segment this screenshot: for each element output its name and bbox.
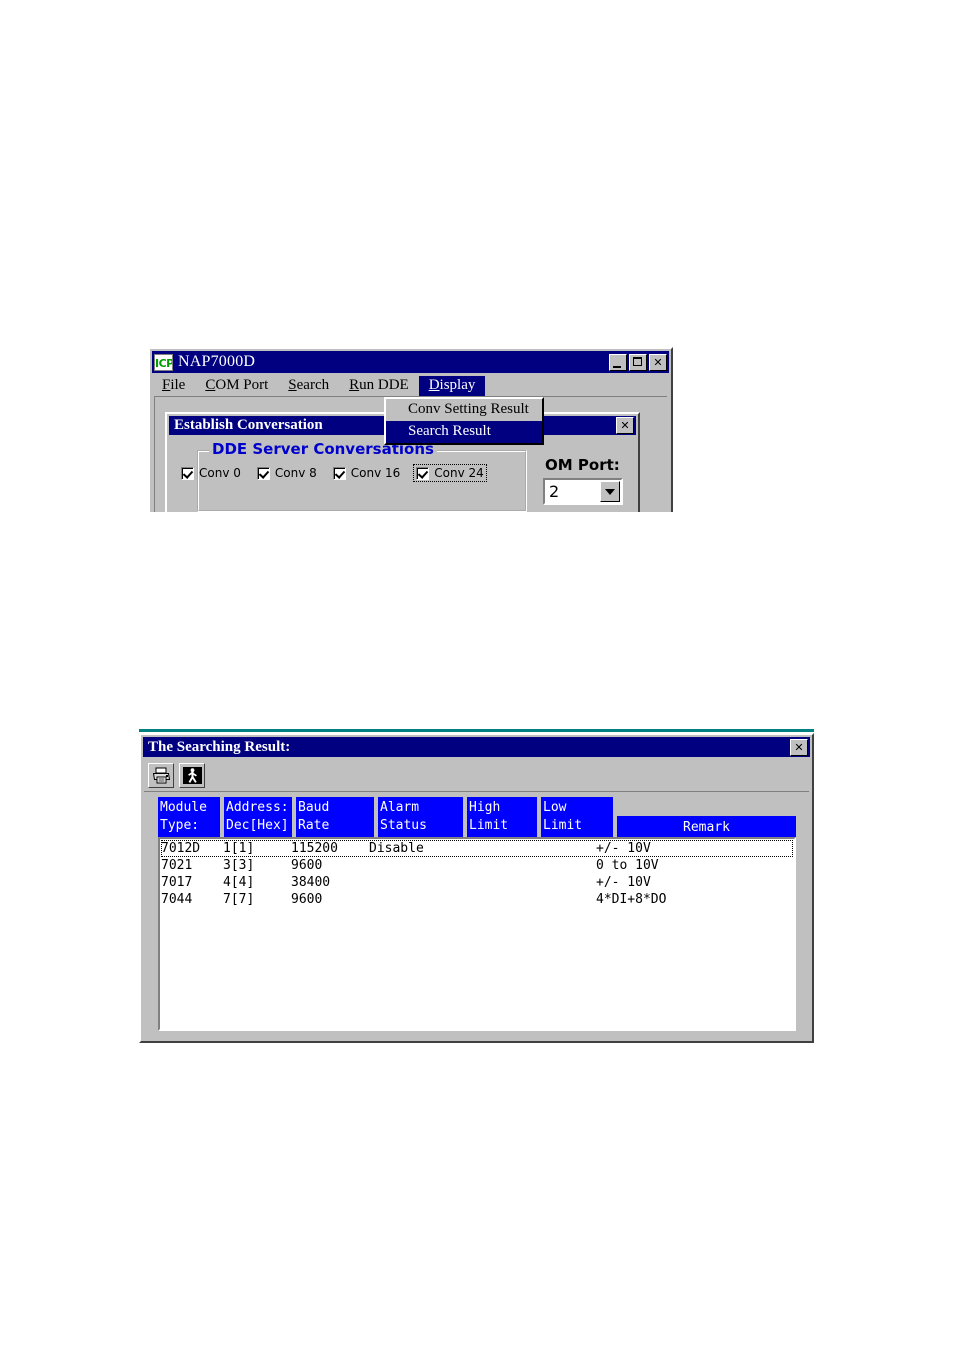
exit-icon[interactable] bbox=[179, 763, 205, 788]
cell-module-type: 7012D bbox=[161, 841, 201, 856]
cell-low-limit bbox=[524, 874, 596, 891]
table-row[interactable]: 7017 4[4] 38400 +/- 10V bbox=[161, 874, 793, 891]
cell-baud-rate: 38400 bbox=[291, 875, 331, 890]
cell-address: 4[4] bbox=[223, 875, 255, 890]
checkbox-icon bbox=[181, 466, 194, 480]
cell-baud-rate: 9600 bbox=[291, 858, 323, 873]
table-row[interactable]: 7012D 1[1] 115200 Disable +/- 10V bbox=[161, 840, 793, 857]
com-port-label: OM Port: bbox=[545, 456, 620, 474]
menu-item-conv-setting-result[interactable]: Conv Setting Result bbox=[386, 399, 542, 421]
checkbox-icon bbox=[256, 466, 270, 480]
display-dropdown-menu: Conv Setting Result Search Result bbox=[384, 397, 544, 445]
window-title: NAP7000D bbox=[178, 353, 256, 370]
search-results-grid: Module Type: Address: Dec[Hex] Baud Rate Al… bbox=[158, 797, 796, 1031]
menu-search[interactable]: Search bbox=[278, 376, 339, 396]
menu-com-port[interactable]: COM Port bbox=[195, 376, 278, 396]
cell-address: 3[3] bbox=[223, 858, 255, 873]
cell-remark: 0 to 10V bbox=[596, 858, 659, 873]
checkbox-conv-8[interactable]: Conv 8 bbox=[255, 465, 319, 481]
checkbox-icon bbox=[416, 466, 430, 480]
cell-remark: +/- 10V bbox=[596, 841, 651, 856]
conversation-close-button[interactable]: ✕ bbox=[616, 417, 634, 434]
cell-high-limit bbox=[454, 840, 524, 857]
cell-module-type: 7044 bbox=[161, 892, 193, 907]
cell-low-limit bbox=[524, 840, 596, 857]
checkbox-icon bbox=[332, 466, 346, 480]
menu-run-dde[interactable]: Run DDE bbox=[339, 376, 419, 396]
cell-low-limit bbox=[524, 891, 596, 908]
cell-remark: 4*DI+8*DO bbox=[596, 892, 667, 907]
cell-alarm-status bbox=[369, 891, 454, 908]
com-port-select[interactable]: 2 bbox=[543, 478, 623, 505]
print-icon[interactable] bbox=[148, 763, 174, 788]
checkbox-label: Conv 24 bbox=[434, 466, 484, 480]
column-header-low-limit[interactable]: Low Limit bbox=[541, 797, 613, 837]
grid-header-row: Module Type: Address: Dec[Hex] Baud Rate Al… bbox=[158, 797, 796, 837]
cell-address: 1[1] bbox=[223, 841, 255, 856]
com-port-area: OM Port: 2 bbox=[543, 456, 638, 505]
cell-alarm-status bbox=[369, 857, 454, 874]
searching-result-window: The Searching Result: ✕ Module Type: Add… bbox=[139, 733, 814, 1043]
main-titlebar[interactable]: ICP NAP7000D ✕ bbox=[152, 351, 669, 373]
cell-baud-rate: 115200 bbox=[291, 841, 338, 856]
cell-alarm-status: Disable bbox=[369, 841, 424, 856]
checkbox-label: Conv 16 bbox=[350, 466, 401, 480]
icp-logo-icon: ICP bbox=[154, 353, 173, 371]
cell-address: 7[7] bbox=[223, 892, 255, 907]
com-port-value: 2 bbox=[549, 482, 560, 501]
cell-module-type: 7017 bbox=[161, 875, 193, 890]
conversation-body: DDE Server Conversations Conv 0 Conv 8 C… bbox=[171, 438, 635, 512]
search-window-title: The Searching Result: bbox=[148, 738, 291, 755]
window-controls: ✕ bbox=[609, 353, 667, 371]
window-top-edge-accent bbox=[139, 729, 814, 732]
column-header-module-type[interactable]: Module Type: bbox=[158, 797, 220, 837]
checkbox-conv-24[interactable]: Conv 24 bbox=[413, 464, 487, 482]
cell-module-type: 7021 bbox=[161, 858, 193, 873]
menu-display[interactable]: Display bbox=[418, 375, 486, 396]
checkbox-label: Conv 0 bbox=[199, 466, 241, 480]
table-row[interactable]: 7021 3[3] 9600 0 to 10V bbox=[161, 857, 793, 874]
column-header-alarm-status[interactable]: Alarm Status bbox=[378, 797, 463, 837]
menu-file[interactable]: File bbox=[152, 376, 195, 396]
dde-server-conversations-group: DDE Server Conversations bbox=[197, 440, 527, 512]
cell-remark: +/- 10V bbox=[596, 875, 651, 890]
cell-high-limit bbox=[454, 857, 524, 874]
cell-low-limit bbox=[524, 857, 596, 874]
cell-baud-rate: 9600 bbox=[291, 892, 323, 907]
menu-item-search-result[interactable]: Search Result bbox=[386, 421, 542, 443]
cell-alarm-status bbox=[369, 874, 454, 891]
conversation-checkbox-row: Conv 0 Conv 8 Conv 16 Conv 24 bbox=[179, 464, 487, 482]
checkbox-conv-16[interactable]: Conv 16 bbox=[331, 465, 403, 481]
search-titlebar[interactable]: The Searching Result: ✕ bbox=[143, 737, 810, 757]
column-header-address[interactable]: Address: Dec[Hex] bbox=[224, 797, 292, 837]
close-button[interactable]: ✕ bbox=[649, 353, 667, 371]
minimize-button[interactable] bbox=[609, 353, 627, 371]
column-header-remark[interactable]: Remark bbox=[617, 816, 796, 837]
menu-bar: File COM Port Search Run DDE Display bbox=[152, 375, 669, 396]
cell-high-limit bbox=[454, 891, 524, 908]
column-header-high-limit[interactable]: High Limit bbox=[467, 797, 537, 837]
search-toolbar bbox=[144, 760, 809, 792]
column-header-baud-rate[interactable]: Baud Rate bbox=[296, 797, 374, 837]
maximize-button[interactable] bbox=[629, 353, 647, 371]
table-row[interactable]: 7044 7[7] 9600 4*DI+8*DO bbox=[161, 891, 793, 908]
cell-high-limit bbox=[454, 874, 524, 891]
checkbox-label: Conv 8 bbox=[274, 466, 317, 480]
results-listbox[interactable]: 7012D 1[1] 115200 Disable +/- 10V 7021 3… bbox=[158, 837, 796, 1031]
search-close-button[interactable]: ✕ bbox=[790, 738, 808, 756]
checkbox-conv-0[interactable]: Conv 0 bbox=[179, 465, 243, 481]
chevron-down-icon[interactable] bbox=[600, 481, 620, 502]
